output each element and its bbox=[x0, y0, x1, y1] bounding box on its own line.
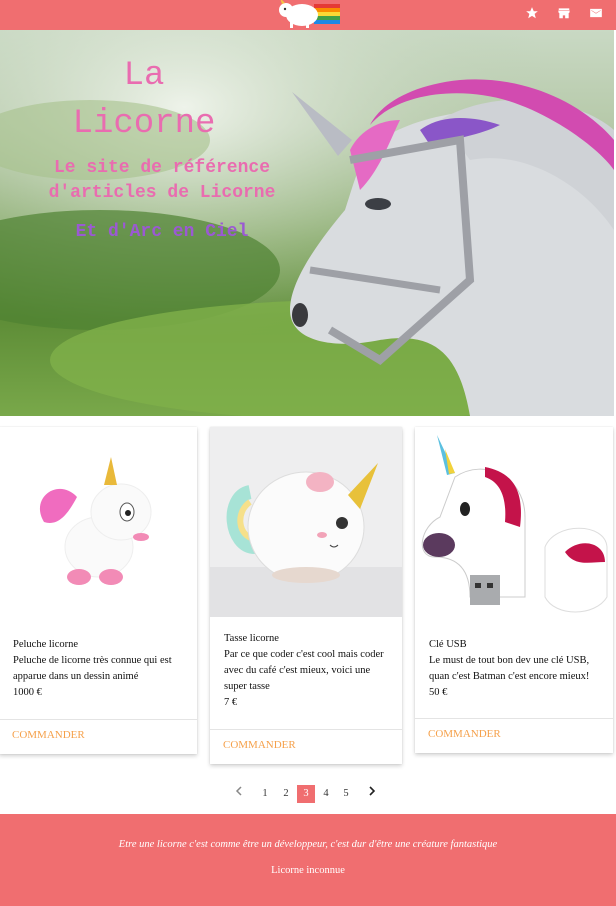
hero-tagline: Et d'Arc en Ciel bbox=[75, 222, 249, 242]
product-card: Peluche licorne Peluche de licorne très … bbox=[0, 427, 197, 754]
unicorn-usb-key-image bbox=[415, 427, 613, 623]
product-name: Clé USB bbox=[429, 639, 467, 650]
product-description: Le must de tout bon dev une clé USB, qua… bbox=[429, 655, 590, 682]
pagination-page[interactable]: 4 bbox=[317, 785, 335, 803]
mail-icon[interactable] bbox=[588, 5, 604, 21]
footer-quote: Etre une licorne c'est comme être un dév… bbox=[118, 839, 498, 850]
product-info: Peluche licorne Peluche de licorne très … bbox=[13, 637, 185, 701]
product-description: Par ce que coder c'est cool mais coder a… bbox=[224, 649, 384, 692]
footer-author: Licorne inconnue bbox=[271, 865, 345, 876]
product-price: 1000 € bbox=[13, 687, 42, 698]
product-info: Clé USB Le must de tout bon dev une clé … bbox=[429, 637, 601, 701]
pagination-page[interactable]: 5 bbox=[337, 785, 355, 803]
product-description: Peluche de licorne très connue qui est a… bbox=[13, 655, 172, 682]
product-image bbox=[210, 427, 402, 617]
order-button[interactable]: COMMANDER bbox=[12, 729, 85, 741]
product-price: 50 € bbox=[429, 687, 448, 698]
card-divider bbox=[0, 719, 197, 720]
unicorn-plush-image bbox=[0, 427, 197, 617]
footer: Etre une licorne c'est comme être un dév… bbox=[0, 814, 616, 906]
top-navbar bbox=[0, 0, 616, 30]
hero-subtitle: Le site de référence d'articles de Licor… bbox=[48, 158, 276, 203]
hero-banner: La Licorne Le site de référence d'articl… bbox=[0, 30, 614, 416]
unicorn-mug-image bbox=[210, 427, 402, 617]
product-card: Clé USB Le must de tout bon dev une clé … bbox=[415, 427, 613, 753]
rainbow-unicorn-logo[interactable] bbox=[276, 0, 342, 29]
card-divider bbox=[415, 718, 613, 719]
product-name: Peluche licorne bbox=[13, 639, 79, 650]
star-icon[interactable] bbox=[524, 5, 540, 21]
order-button[interactable]: COMMANDER bbox=[223, 739, 296, 751]
product-image bbox=[0, 427, 197, 617]
product-card: Tasse licorne Par ce que coder c'est coo… bbox=[210, 427, 402, 764]
card-divider bbox=[210, 729, 402, 730]
product-price: 7 € bbox=[224, 697, 238, 708]
product-name: Tasse licorne bbox=[224, 633, 279, 644]
store-icon[interactable] bbox=[556, 5, 572, 21]
order-button[interactable]: COMMANDER bbox=[428, 728, 501, 740]
product-image bbox=[415, 427, 613, 623]
pagination-prev-icon[interactable] bbox=[230, 785, 248, 803]
hero-title: La Licorne bbox=[72, 57, 216, 143]
pagination-page[interactable]: 1 bbox=[256, 785, 274, 803]
product-info: Tasse licorne Par ce que coder c'est coo… bbox=[224, 631, 390, 711]
pagination-page[interactable]: 2 bbox=[277, 785, 295, 803]
pagination-next-icon[interactable] bbox=[363, 785, 381, 803]
pagination-page-current[interactable]: 3 bbox=[297, 785, 315, 803]
